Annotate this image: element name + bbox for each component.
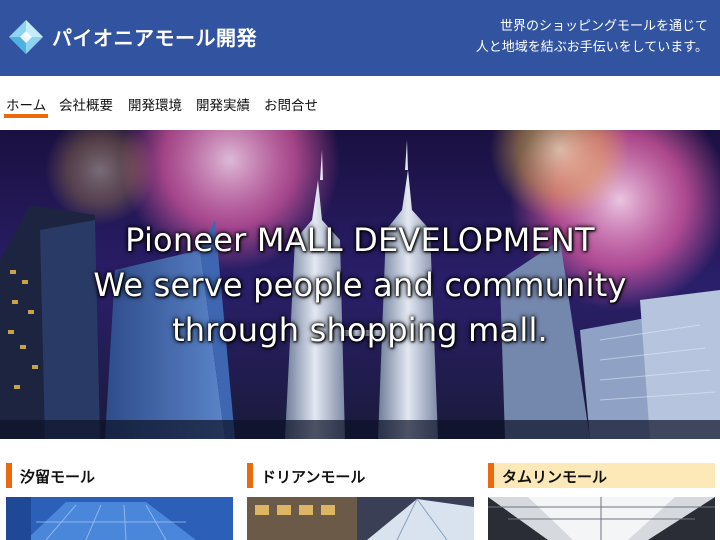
hero-line-3: through shopping mall.: [172, 311, 548, 349]
nav-item-contact[interactable]: お問合せ: [264, 94, 318, 114]
card-title: 汐留モール: [6, 463, 233, 488]
title-accent-bar: [488, 463, 494, 488]
mall-photo[interactable]: [247, 497, 474, 540]
header-tagline: 世界のショッピングモールを通じて 人と地域を結ぶお手伝いをしています。: [476, 16, 708, 58]
title-accent-bar: [247, 463, 253, 488]
hero-line-1: Pioneer MALL DEVELOPMENT: [125, 221, 595, 259]
site-header: パイオニアモール開発 世界のショッピングモールを通じて 人と地域を結ぶお手伝いを…: [0, 0, 720, 76]
mall-card-tamrin[interactable]: タムリンモール: [488, 463, 715, 540]
hero-banner: Pioneer MALL DEVELOPMENT We serve people…: [0, 130, 720, 439]
main-nav: ホーム 会社概要 開発環境 開発実績 お問合せ: [0, 76, 720, 130]
nav-item-results[interactable]: 開発実績: [196, 94, 250, 114]
diamond-logo-icon[interactable]: [8, 19, 44, 55]
tagline-line-1: 世界のショッピングモールを通じて: [499, 19, 708, 34]
hero-headline: Pioneer MALL DEVELOPMENT We serve people…: [0, 218, 720, 353]
mall-photo[interactable]: [6, 497, 233, 540]
card-title-text: 汐留モール: [20, 468, 96, 486]
nav-item-environment[interactable]: 開発環境: [128, 94, 182, 114]
mall-card-shiodome[interactable]: 汐留モール: [6, 463, 233, 540]
hero-line-2: We serve people and community: [93, 266, 627, 304]
nav-item-company[interactable]: 会社概要: [59, 94, 113, 114]
card-title-text: タムリンモール: [502, 468, 608, 486]
card-title-text: ドリアンモール: [261, 468, 366, 486]
mall-photo[interactable]: [488, 497, 715, 540]
nav-item-home[interactable]: ホーム: [3, 94, 49, 118]
card-title: ドリアンモール: [247, 463, 474, 488]
tagline-line-2: 人と地域を結ぶお手伝いをしています。: [475, 40, 708, 55]
site-title[interactable]: パイオニアモール開発: [52, 22, 257, 51]
title-accent-bar: [6, 463, 12, 488]
mall-card-durian[interactable]: ドリアンモール: [247, 463, 474, 540]
card-title: タムリンモール: [488, 463, 715, 488]
